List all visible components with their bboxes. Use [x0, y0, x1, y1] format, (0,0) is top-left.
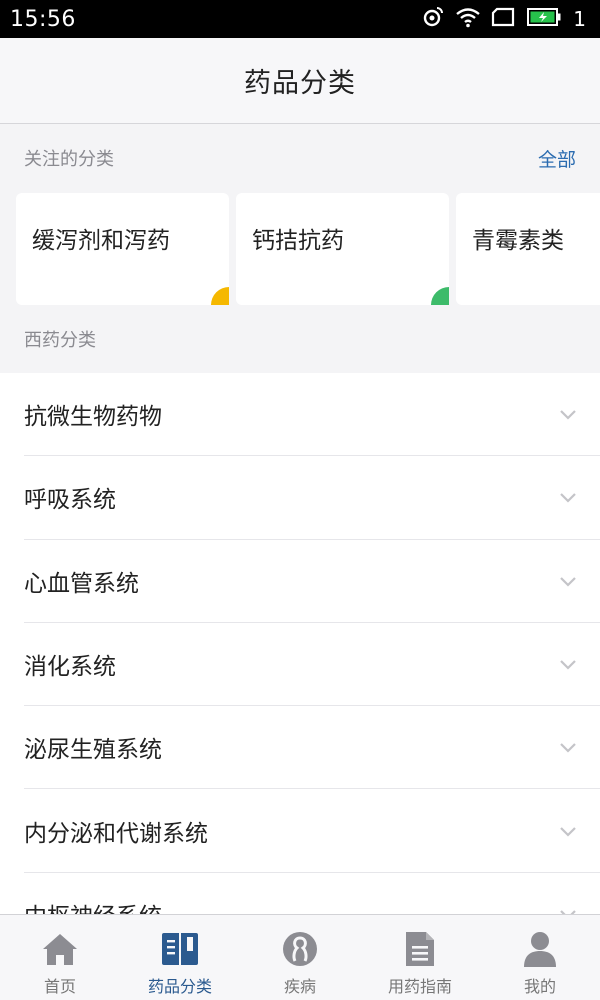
followed-card[interactable]: 缓泻剂和泻药 — [16, 193, 229, 305]
followed-section-label: 关注的分类 — [24, 149, 114, 170]
western-section-label: 西药分类 — [24, 330, 96, 351]
tab-label: 首页 — [43, 977, 76, 996]
western-section-header: 西药分类 — [0, 305, 600, 373]
list-item-label: 呼吸系统 — [24, 487, 116, 514]
followed-section-header: 关注的分类 全部 — [0, 124, 600, 192]
followed-card-label: 钙拮抗药 — [252, 228, 344, 254]
list-item-label: 抗微生物药物 — [24, 404, 162, 431]
chevron-down-icon — [560, 493, 576, 503]
list-item[interactable]: 抗微生物药物 — [24, 373, 600, 457]
status-icons: 1 — [421, 5, 586, 33]
page-title: 药品分类 — [244, 68, 356, 99]
tab-medication-guide[interactable]: 用药指南 — [360, 915, 480, 1000]
status-time: 15:56 — [10, 6, 76, 32]
list-item[interactable]: 消化系统 — [24, 623, 600, 707]
tab-label: 我的 — [523, 977, 556, 996]
list-item-label: 消化系统 — [24, 654, 116, 681]
chevron-down-icon — [560, 743, 576, 753]
tab-bar: 首页 药品分类 疾病 用药指南 我的 — [0, 914, 600, 1000]
satellite-icon — [421, 5, 445, 33]
battery-icon — [527, 7, 561, 31]
list-item[interactable]: 泌尿生殖系统 — [24, 706, 600, 790]
tab-label: 用药指南 — [387, 977, 452, 996]
disease-icon — [280, 929, 320, 969]
book-icon — [160, 929, 200, 969]
chevron-down-icon — [560, 410, 576, 420]
tab-disease[interactable]: 疾病 — [240, 915, 360, 1000]
list-item[interactable]: 中枢神经系统 — [24, 873, 600, 914]
card-corner-badge — [211, 287, 229, 305]
followed-card[interactable]: 青霉素类 — [456, 193, 600, 305]
followed-cards: 缓泻剂和泻药 钙拮抗药 青霉素类 — [16, 193, 600, 305]
list-item-label: 中枢神经系统 — [24, 897, 162, 914]
list-item[interactable]: 内分泌和代谢系统 — [24, 789, 600, 873]
list-item-label: 泌尿生殖系统 — [24, 737, 162, 764]
category-list: 抗微生物药物 呼吸系统 心血管系统 消化系统 泌尿生殖系统 内分泌和代谢系统 中… — [0, 373, 600, 914]
person-icon — [520, 929, 560, 969]
signal-number: 1 — [573, 7, 586, 31]
followed-card-label: 青霉素类 — [472, 228, 564, 254]
list-item[interactable]: 呼吸系统 — [24, 456, 600, 540]
chevron-down-icon — [560, 826, 576, 837]
nav-header: 药品分类 — [0, 38, 600, 124]
card-corner-badge — [431, 287, 449, 305]
chevron-down-icon — [560, 910, 576, 914]
list-item-label: 内分泌和代谢系统 — [24, 820, 208, 847]
tab-label: 药品分类 — [147, 977, 212, 996]
followed-card[interactable]: 钙拮抗药 — [236, 193, 449, 305]
tab-label: 疾病 — [283, 977, 316, 996]
screen-rotate-icon — [491, 6, 517, 32]
chevron-down-icon — [560, 660, 576, 670]
wifi-icon — [455, 6, 481, 32]
tab-drug-categories[interactable]: 药品分类 — [120, 915, 240, 1000]
tab-profile[interactable]: 我的 — [480, 915, 600, 1000]
followed-card-label: 缓泻剂和泻药 — [32, 228, 170, 254]
chevron-down-icon — [560, 576, 576, 587]
home-icon — [40, 929, 80, 969]
list-item[interactable]: 心血管系统 — [24, 540, 600, 623]
list-item-label: 心血管系统 — [24, 570, 139, 597]
document-icon — [400, 929, 440, 969]
status-bar: 15:56 1 — [0, 0, 600, 38]
view-all-link[interactable]: 全部 — [538, 145, 576, 172]
tab-home[interactable]: 首页 — [0, 915, 120, 1000]
